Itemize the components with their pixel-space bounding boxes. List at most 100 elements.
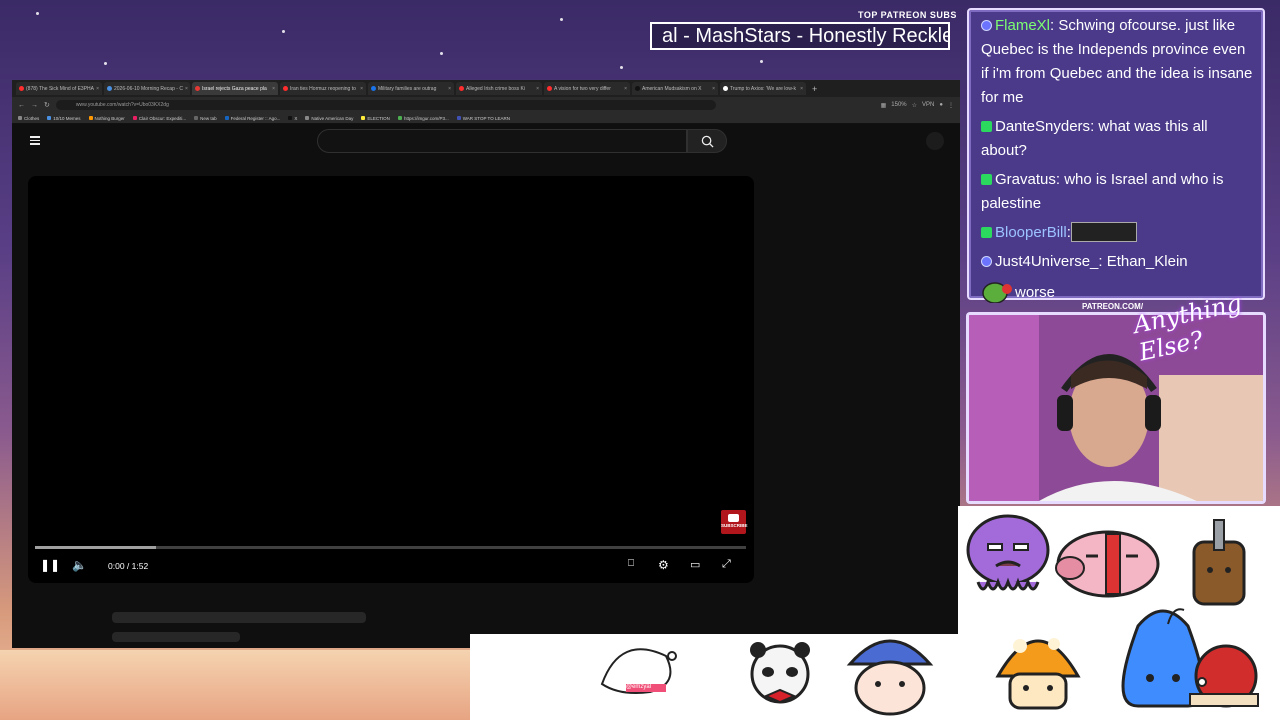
subscribe-watermark[interactable]: SUBSCRIBE bbox=[721, 510, 748, 534]
bookmark-item[interactable]: Clothes bbox=[18, 116, 39, 121]
bookmark-item[interactable]: Native American Day bbox=[305, 116, 353, 121]
bookmark-favicon-icon bbox=[397, 116, 402, 120]
bookmark-item[interactable]: New tab bbox=[194, 116, 217, 121]
bookmark-star-icon[interactable]: ☆ bbox=[912, 102, 917, 109]
close-tab-icon[interactable]: × bbox=[448, 86, 451, 92]
browser-tab[interactable]: American Mudsakism on X × bbox=[632, 82, 718, 95]
browser-tab[interactable]: Military families are outrag × bbox=[368, 82, 454, 95]
forward-arrow-icon[interactable]: → bbox=[31, 102, 38, 109]
close-tab-icon[interactable]: × bbox=[536, 86, 539, 92]
close-tab-icon[interactable]: × bbox=[272, 86, 275, 92]
tab-label: Alleged Irish crime boss Ki bbox=[466, 85, 525, 92]
browser-tab[interactable]: Israel rejects Gaza peace pla × bbox=[192, 82, 278, 95]
patreon-url-label: PATREON.COM/ bbox=[1082, 302, 1144, 311]
browser-tab[interactable]: A vision for two very differ × bbox=[544, 82, 630, 95]
browser-tab[interactable]: Alleged Irish crime boss Ki × bbox=[456, 82, 542, 95]
time-display: 0:00 / 1:52 bbox=[108, 561, 149, 571]
search-button[interactable] bbox=[687, 129, 727, 153]
menu-icon[interactable]: ⋮ bbox=[948, 102, 954, 109]
close-tab-icon[interactable]: × bbox=[624, 86, 627, 92]
tab-label: 2026-06-10 Morning Recap - C bbox=[114, 85, 183, 92]
bookmark-item[interactable]: X bbox=[288, 116, 297, 121]
close-tab-icon[interactable]: × bbox=[360, 86, 363, 92]
chat-username[interactable]: FlameXl bbox=[995, 17, 1050, 34]
zoom-indicator[interactable]: 150% bbox=[891, 102, 906, 108]
close-tab-icon[interactable]: × bbox=[800, 86, 803, 92]
bookmark-label: Nothing Burger bbox=[94, 115, 125, 121]
red-snail-emote bbox=[1189, 644, 1259, 708]
bookmark-item[interactable]: https://imgur.com/P3... bbox=[397, 116, 449, 121]
captions-icon[interactable]: ⎕ bbox=[628, 558, 634, 569]
settings-gear-icon[interactable]: ⚙ bbox=[658, 558, 669, 572]
browser-tab[interactable]: Iran ties Hormuz reopening to × bbox=[280, 82, 366, 95]
profile-icon[interactable]: ● bbox=[939, 102, 943, 108]
account-avatar[interactable] bbox=[926, 132, 944, 150]
bookmark-label: Clothes bbox=[24, 115, 40, 121]
chat-username[interactable]: DanteSnyders bbox=[995, 118, 1090, 135]
reload-icon[interactable]: ↻ bbox=[44, 101, 50, 109]
bookmark-label: New tab bbox=[200, 115, 217, 121]
browser-tab[interactable]: Trump to Axios: 'We are low-k × bbox=[720, 82, 806, 95]
search-icon bbox=[701, 135, 714, 148]
tab-favicon-icon bbox=[547, 86, 552, 91]
chat-username[interactable]: BlooperBill bbox=[995, 224, 1067, 241]
pepe-emote-icon bbox=[981, 279, 1015, 304]
close-tab-icon[interactable]: × bbox=[96, 86, 99, 92]
bookmark-item[interactable]: Nothing Burger bbox=[88, 115, 125, 121]
theater-mode-icon[interactable]: ▭ bbox=[690, 558, 700, 571]
tab-favicon-icon bbox=[283, 86, 288, 91]
tab-label: Israel rejects Gaza peace pla bbox=[202, 85, 267, 92]
pause-icon[interactable]: ❚❚ bbox=[40, 558, 60, 572]
bookmark-item[interactable]: 10/10 Memes bbox=[47, 115, 81, 121]
emote-panel-right bbox=[958, 506, 1280, 720]
kick-badge-icon bbox=[981, 227, 992, 238]
subtitle-skeleton bbox=[112, 632, 240, 642]
tab-label: American Mudsakism on X bbox=[642, 85, 702, 92]
chat-username[interactable]: Gravatus bbox=[995, 171, 1056, 188]
address-bar-row: ← → ↻ www.youtube.com/watch?v=Ubo03KX2dg… bbox=[12, 97, 960, 113]
youtube-search-input[interactable] bbox=[317, 129, 687, 153]
close-tab-icon[interactable]: × bbox=[185, 86, 188, 92]
close-tab-icon[interactable]: × bbox=[712, 86, 715, 92]
tab-label: Military families are outrag bbox=[378, 85, 437, 92]
vpn-button[interactable]: VPN bbox=[922, 102, 934, 108]
fullscreen-icon[interactable]: ⤢ bbox=[722, 558, 731, 571]
bookmark-item[interactable]: Federal Register :: Ago... bbox=[224, 116, 280, 121]
bookmark-label: 10/10 Memes bbox=[53, 115, 81, 121]
tab-bar: (878) The Sick Mind of E3PHA × 2026-06-10 … bbox=[12, 80, 960, 97]
tree-stump-emote bbox=[1192, 519, 1246, 606]
blue-slime-emote bbox=[1121, 608, 1205, 708]
title-skeleton bbox=[112, 612, 366, 623]
purple-squid-emote bbox=[966, 514, 1050, 591]
tab-favicon-icon bbox=[723, 86, 728, 91]
hamburger-menu-icon[interactable] bbox=[30, 134, 40, 147]
bookmark-item[interactable]: ELECTION bbox=[361, 116, 390, 121]
buffered-progress bbox=[35, 546, 156, 549]
extensions-icon[interactable]: ▦ bbox=[881, 102, 887, 109]
new-tab-button[interactable]: + bbox=[808, 84, 821, 94]
chat-message: BlooperBill: bbox=[981, 221, 1253, 245]
tab-favicon-icon bbox=[459, 86, 464, 91]
bookmark-favicon-icon bbox=[132, 116, 137, 120]
volume-icon[interactable]: 🔈 bbox=[72, 558, 87, 572]
video-player[interactable]: SUBSCRIBE ❚❚ 🔈 0:00 / 1:52 ⎕ ⚙ ▭ ⤢ bbox=[28, 176, 754, 583]
bookmark-item[interactable]: Clair Obscur: Expediti... bbox=[132, 116, 186, 121]
bookmark-favicon-icon bbox=[47, 116, 52, 120]
bookmark-label: Native American Day bbox=[311, 115, 354, 121]
bookmark-label: X bbox=[294, 115, 298, 121]
chat-text: worse bbox=[1015, 284, 1056, 301]
patreon-subs-ticker: al - MashStars - Honestly Reckles bbox=[650, 22, 950, 50]
prime-badge-icon bbox=[981, 20, 992, 31]
browser-window: (878) The Sick Mind of E3PHA × 2026-06-10 … bbox=[12, 80, 960, 648]
url-field[interactable]: www.youtube.com/watch?v=Ubo03KX2dg bbox=[55, 100, 716, 110]
video-progress-bar[interactable] bbox=[35, 546, 746, 549]
redacted-emote bbox=[1070, 222, 1137, 242]
prime-badge-icon bbox=[981, 256, 992, 267]
back-arrow-icon[interactable]: ← bbox=[18, 102, 25, 109]
browser-tab[interactable]: (878) The Sick Mind of E3PHA × bbox=[16, 82, 102, 95]
kick-badge-icon bbox=[981, 174, 992, 185]
bookmark-item[interactable]: WAR STOP TO LEARN bbox=[456, 116, 510, 121]
bookmark-label: ELECTION bbox=[367, 115, 390, 121]
chat-username[interactable]: Just4Universe_ bbox=[995, 253, 1098, 270]
browser-tab[interactable]: 2026-06-10 Morning Recap - C × bbox=[104, 82, 190, 95]
